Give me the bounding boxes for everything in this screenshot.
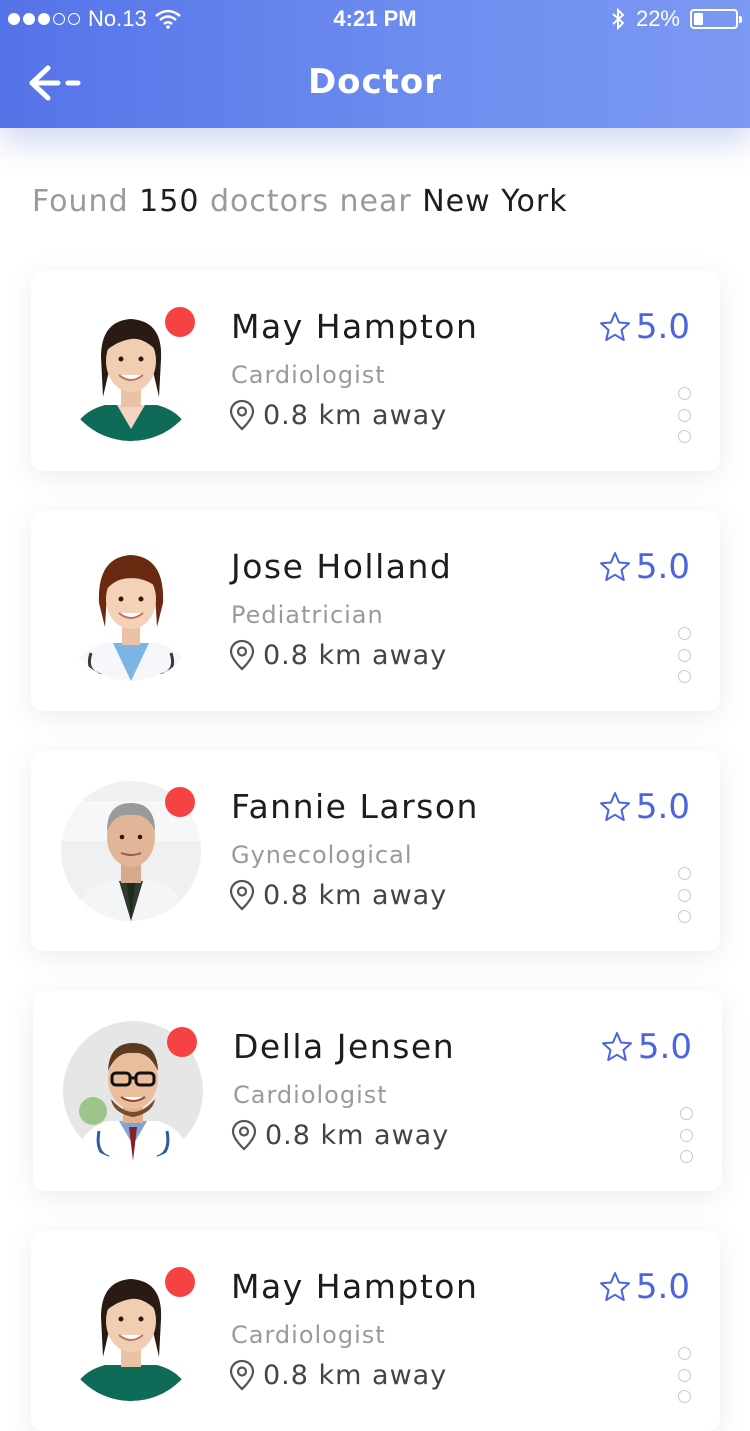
doctor-rating: 5.0 xyxy=(598,307,690,347)
distance-text: 0.8 km away xyxy=(263,399,448,431)
star-icon xyxy=(599,552,630,581)
battery-icon xyxy=(690,9,742,29)
more-options-button[interactable] xyxy=(676,867,692,923)
more-options-button[interactable] xyxy=(676,387,692,443)
app-header: No.13 4:21 PM 22% Doctor xyxy=(0,0,750,128)
distance-text: 0.8 km away xyxy=(263,879,448,911)
doctor-name[interactable]: May Hampton xyxy=(231,307,478,346)
doctor-specialty: Cardiologist xyxy=(233,1081,388,1109)
doctor-card[interactable]: Jose Holland Pediatrician 0.8 km away 5.… xyxy=(31,511,720,711)
doctor-rating: 5.0 xyxy=(598,787,690,827)
summary-middle: doctors near xyxy=(209,184,412,219)
location-pin-icon xyxy=(229,399,255,431)
results-summary: Found 150 doctors near New York xyxy=(32,184,568,219)
rating-value: 5.0 xyxy=(635,547,690,587)
star-icon xyxy=(601,1032,632,1061)
doctor-count: 150 xyxy=(139,184,200,219)
doctor-name[interactable]: Jose Holland xyxy=(231,547,452,586)
doctor-specialty: Cardiologist xyxy=(231,1321,386,1349)
star-icon xyxy=(599,1272,630,1301)
doctor-specialty: Pediatrician xyxy=(231,601,384,629)
doctor-card[interactable]: May Hampton Cardiologist 0.8 km away 5.0 xyxy=(31,271,720,471)
online-status-dot xyxy=(167,1027,197,1057)
doctor-specialty: Cardiologist xyxy=(231,361,386,389)
doctor-specialty: Gynecological xyxy=(231,841,413,869)
rating-value: 5.0 xyxy=(637,1027,692,1067)
doctor-distance: 0.8 km away xyxy=(229,1359,447,1391)
more-options-button[interactable] xyxy=(676,627,692,683)
doctor-rating: 5.0 xyxy=(598,547,690,587)
battery-percent: 22% xyxy=(635,6,680,31)
location-pin-icon xyxy=(229,639,255,671)
status-bar: No.13 4:21 PM 22% xyxy=(0,0,750,38)
doctor-card[interactable]: Della Jensen Cardiologist 0.8 km away 5.… xyxy=(33,991,722,1191)
rating-value: 5.0 xyxy=(635,787,690,827)
online-status-dot xyxy=(165,307,195,337)
status-right: 22% xyxy=(610,6,742,32)
page-title: Doctor xyxy=(307,62,443,102)
star-icon xyxy=(599,792,630,821)
doctor-card[interactable]: Fannie Larson Gynecological 0.8 km away … xyxy=(31,751,720,951)
doctor-name[interactable]: Della Jensen xyxy=(233,1027,455,1066)
doctor-distance: 0.8 km away xyxy=(229,399,447,431)
more-options-button[interactable] xyxy=(676,1347,692,1403)
doctor-distance: 0.8 km away xyxy=(231,1119,449,1151)
doctor-rating: 5.0 xyxy=(600,1027,692,1067)
bluetooth-icon xyxy=(612,7,625,31)
online-status-dot xyxy=(165,787,195,817)
star-icon xyxy=(599,312,630,341)
doctor-name[interactable]: Fannie Larson xyxy=(231,787,479,826)
distance-text: 0.8 km away xyxy=(263,639,448,671)
distance-text: 0.8 km away xyxy=(265,1119,450,1151)
doctor-name[interactable]: May Hampton xyxy=(231,1267,478,1306)
doctor-distance: 0.8 km away xyxy=(229,639,447,671)
rating-value: 5.0 xyxy=(635,307,690,347)
distance-text: 0.8 km away xyxy=(263,1359,448,1391)
more-options-button[interactable] xyxy=(678,1107,694,1163)
rating-value: 5.0 xyxy=(635,1267,690,1307)
online-status-dot xyxy=(165,1267,195,1297)
location-pin-icon xyxy=(229,1359,255,1391)
doctor-card[interactable]: May Hampton Cardiologist 0.8 km away 5.0 xyxy=(31,1231,720,1431)
doctor-rating: 5.0 xyxy=(598,1267,690,1307)
doctor-distance: 0.8 km away xyxy=(229,879,447,911)
location-pin-icon xyxy=(231,1119,257,1151)
summary-prefix: Found xyxy=(32,184,129,219)
location-pin-icon xyxy=(229,879,255,911)
city-name: New York xyxy=(422,184,568,219)
doctor-avatar xyxy=(61,541,201,681)
